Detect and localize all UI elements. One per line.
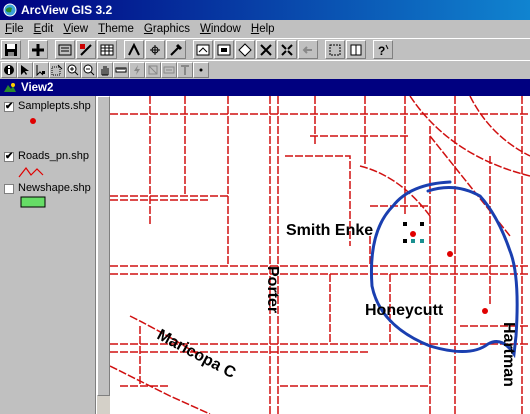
select-feature-icon[interactable] xyxy=(49,61,65,78)
view-title-bar: View2 xyxy=(0,79,530,96)
roads-layer xyxy=(110,96,530,414)
app-title-bar: ArcView GIS 3.2 xyxy=(0,0,530,20)
vertex-edit-icon[interactable] xyxy=(33,61,49,78)
label-smith-enke: Smith Enke xyxy=(286,222,373,239)
zoom-out-fixed-icon[interactable] xyxy=(277,40,297,59)
theme-visibility-checkbox[interactable]: ✔ xyxy=(4,102,14,112)
measure-icon[interactable] xyxy=(113,61,129,78)
text-icon[interactable] xyxy=(177,61,193,78)
menu-bar: File Edit View Theme Graphics Window Hel… xyxy=(0,20,530,38)
line-symbol-icon xyxy=(18,166,44,178)
select-graphics-icon[interactable] xyxy=(325,40,345,59)
view-window: View2 ✔ Samplepts.shp ✔ Roads_pn.shp New… xyxy=(0,79,530,414)
button-bar: ? xyxy=(0,38,530,60)
menu-file[interactable]: File xyxy=(0,23,29,35)
theme-newshape[interactable]: Newshape.shp xyxy=(2,182,96,230)
hotlink-icon[interactable] xyxy=(129,61,145,78)
label-icon[interactable] xyxy=(161,61,177,78)
zoom-selected-icon[interactable] xyxy=(235,40,255,59)
menu-graphics[interactable]: Graphics xyxy=(139,23,195,35)
theme-name: Roads_pn.shp xyxy=(18,150,89,162)
save-icon[interactable] xyxy=(1,40,21,59)
zoom-active-icon[interactable] xyxy=(214,40,234,59)
edit-legend-icon[interactable] xyxy=(76,40,96,59)
zoom-full-icon[interactable] xyxy=(193,40,213,59)
scrollbar-thumb[interactable] xyxy=(97,96,110,396)
theme-visibility-checkbox[interactable]: ✔ xyxy=(4,152,14,162)
toc-scrollbar[interactable] xyxy=(96,96,110,414)
theme-name: Samplepts.shp xyxy=(18,100,91,112)
pointer-icon[interactable] xyxy=(17,61,33,78)
sample-point xyxy=(482,308,488,314)
theme-name: Newshape.shp xyxy=(18,182,91,194)
label-maricopa: Maricopa C xyxy=(154,327,239,383)
app-title: ArcView GIS 3.2 xyxy=(21,3,113,17)
sketch-outline xyxy=(369,180,519,359)
zoom-out-icon[interactable] xyxy=(81,61,97,78)
view-icon xyxy=(4,82,16,92)
sample-point xyxy=(410,231,416,237)
menu-help[interactable]: Help xyxy=(246,23,280,35)
label-hartman: Hartman xyxy=(500,322,517,387)
menu-view[interactable]: View xyxy=(58,23,93,35)
label-honeycutt: Honeycutt xyxy=(365,302,444,319)
open-table-icon[interactable] xyxy=(97,40,117,59)
view-title: View2 xyxy=(21,81,54,94)
add-theme-icon[interactable] xyxy=(28,40,48,59)
theme-properties-icon[interactable] xyxy=(55,40,75,59)
query-builder-icon[interactable] xyxy=(166,40,186,59)
zoom-in-fixed-icon[interactable] xyxy=(256,40,276,59)
map-display[interactable]: Smith Enke Porter Honeycutt Maricopa C H… xyxy=(110,96,530,414)
tool-bar xyxy=(0,60,530,78)
area-of-interest-icon[interactable] xyxy=(145,61,161,78)
zoom-previous-icon[interactable] xyxy=(298,40,318,59)
zoom-in-icon[interactable] xyxy=(65,61,81,78)
menu-theme[interactable]: Theme xyxy=(93,23,139,35)
pan-icon[interactable] xyxy=(97,61,113,78)
locate-address-icon[interactable] xyxy=(145,40,165,59)
menu-window[interactable]: Window xyxy=(195,23,246,35)
label-porter: Porter xyxy=(264,266,281,313)
polygon-symbol-icon xyxy=(20,196,46,208)
street-labels: Smith Enke Porter Honeycutt Maricopa C H… xyxy=(154,222,517,387)
help-icon[interactable]: ? xyxy=(373,40,393,59)
draw-point-icon[interactable] xyxy=(193,61,209,78)
theme-visibility-checkbox[interactable] xyxy=(4,184,14,194)
find-icon[interactable] xyxy=(124,40,144,59)
arcview-globe-icon xyxy=(3,3,17,17)
clear-selected-icon[interactable] xyxy=(346,40,366,59)
table-of-contents: ✔ Samplepts.shp ✔ Roads_pn.shp Newshape.… xyxy=(0,96,96,414)
theme-samplepts[interactable]: ✔ Samplepts.shp xyxy=(2,100,96,148)
menu-edit[interactable]: Edit xyxy=(29,23,59,35)
map-canvas[interactable]: Smith Enke Porter Honeycutt Maricopa C H… xyxy=(110,96,530,414)
identify-icon[interactable] xyxy=(1,61,17,78)
sample-point xyxy=(447,251,453,257)
point-symbol-icon xyxy=(30,118,36,124)
svg-text:?: ? xyxy=(378,44,385,57)
